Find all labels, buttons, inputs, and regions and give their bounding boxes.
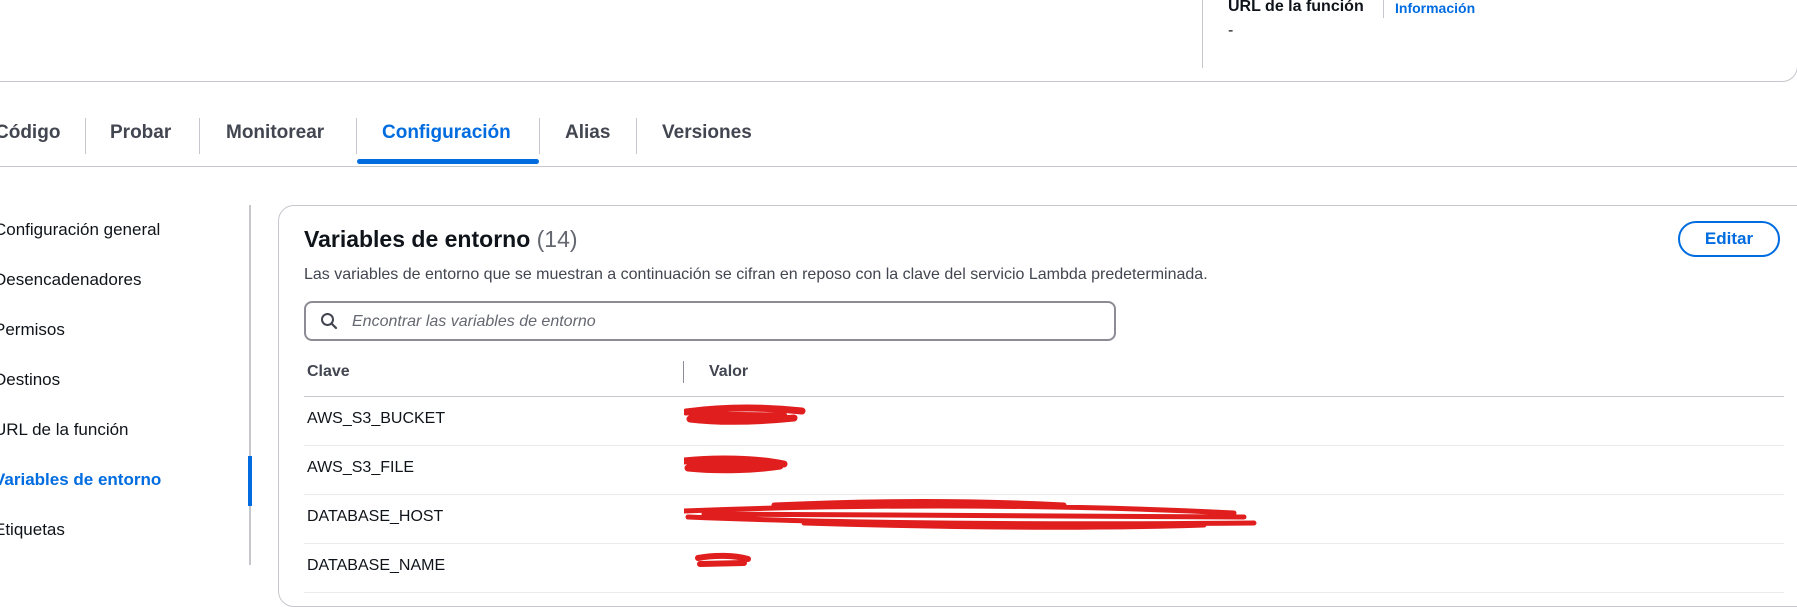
env-vars-search[interactable] — [304, 301, 1116, 341]
tab-separator — [636, 118, 637, 154]
sidebar-item-destinations[interactable]: Destinos — [0, 370, 60, 390]
function-url-value: - — [1228, 22, 1234, 39]
sidebar-item-function-url[interactable]: URL de la función — [0, 420, 129, 440]
tab-configuration[interactable]: Configuración — [382, 122, 511, 144]
env-var-key: AWS_S3_BUCKET — [307, 410, 446, 427]
redacted-value — [684, 404, 806, 425]
tab-versions[interactable]: Versiones — [662, 122, 752, 144]
tab-test[interactable]: Probar — [110, 122, 171, 144]
tab-monitor[interactable]: Monitorear — [226, 122, 324, 144]
env-var-key: AWS_S3_FILE — [307, 459, 415, 476]
tab-separator — [199, 118, 200, 154]
table-row: DATABASE_NAME — [304, 544, 1784, 593]
env-var-key: DATABASE_NAME — [307, 557, 446, 574]
sidebar-item-general[interactable]: Configuración general — [0, 220, 160, 240]
column-header-key[interactable]: Clave — [307, 363, 350, 381]
redacted-value — [695, 552, 751, 567]
function-url-label: URL de la función — [1228, 0, 1364, 15]
tab-separator — [539, 118, 540, 154]
search-icon — [321, 313, 338, 330]
table-row: DATABASE_HOST — [304, 495, 1784, 544]
env-vars-title-text: Variables de entorno — [304, 226, 531, 252]
env-var-key: DATABASE_HOST — [307, 508, 444, 525]
info-link[interactable]: Información — [1395, 0, 1475, 16]
table-row: AWS_S3_BUCKET — [304, 397, 1784, 446]
column-resizer[interactable] — [683, 361, 684, 383]
tab-separator — [85, 118, 86, 154]
redacted-value — [684, 499, 1257, 530]
function-overview-panel — [0, 0, 1797, 82]
sidebar-item-permissions[interactable]: Permisos — [0, 320, 65, 340]
redacted-value — [684, 455, 788, 474]
env-vars-description: Las variables de entorno que se muestran… — [304, 266, 1208, 283]
env-vars-count: (14) — [536, 226, 578, 252]
sidebar-active-indicator — [248, 456, 252, 506]
tab-alias[interactable]: Alias — [565, 122, 610, 144]
tab-separator — [356, 118, 357, 154]
active-tab-indicator — [357, 159, 539, 164]
column-header-value[interactable]: Valor — [709, 363, 748, 381]
edit-button[interactable]: Editar — [1678, 221, 1780, 257]
sidebar-item-triggers[interactable]: Desencadenadores — [0, 270, 141, 290]
tab-bar: Código Probar Monitorear Configuración A… — [0, 110, 1797, 167]
tab-code[interactable]: Código — [0, 122, 60, 144]
label-separator — [1383, 0, 1384, 18]
sidebar-rail — [249, 205, 251, 565]
env-vars-title: Variables de entorno (14) — [304, 226, 578, 253]
overview-divider — [1202, 0, 1203, 68]
table-row: AWS_S3_FILE — [304, 446, 1784, 495]
sidebar-item-env-vars[interactable]: Variables de entorno — [0, 470, 161, 490]
search-input[interactable] — [350, 303, 1094, 341]
sidebar-item-tags[interactable]: Etiquetas — [0, 520, 65, 540]
